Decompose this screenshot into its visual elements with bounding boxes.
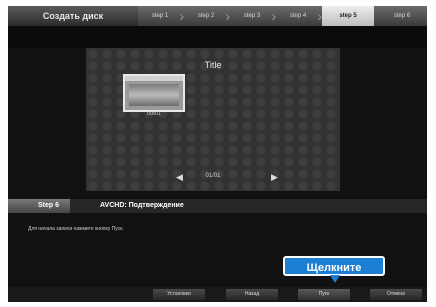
- step-5-label: step 5: [339, 13, 357, 19]
- step-5: step 5: [322, 6, 374, 26]
- settings-button[interactable]: Установки: [153, 289, 205, 300]
- step-6-label: step 6: [393, 13, 411, 19]
- step-3: step 3 ›: [230, 6, 276, 26]
- cancel-button[interactable]: Отмена: [370, 289, 422, 300]
- info-bar: Step 6 AVCHD: Подтверждение: [8, 199, 427, 213]
- steps-bar: Создать диск step 1 › step 2 › step 3 › ste…: [8, 6, 427, 26]
- thumbnail-label: 00001: [147, 111, 161, 117]
- app-window: Создать диск step 1 › step 2 › step 3 › ste…: [8, 6, 427, 302]
- thumbnail-image: [129, 84, 179, 106]
- disc-menu-preview: Title 00001 ◀ 01/01 ▶: [86, 48, 340, 191]
- step-2-label: step 2: [197, 13, 215, 19]
- step-4: step 4 ›: [276, 6, 322, 26]
- step-1-label: step 1: [151, 13, 169, 19]
- top-strip: [8, 26, 427, 48]
- step-4-label: step 4: [289, 13, 307, 19]
- disc-title: Title: [204, 60, 222, 70]
- start-button[interactable]: Пуск: [298, 289, 350, 300]
- callout-pointer: [330, 275, 340, 283]
- step-2: step 2 ›: [184, 6, 230, 26]
- click-callout: Щелкните: [283, 256, 385, 276]
- step-6: step 6: [377, 6, 427, 26]
- info-step-label: Step 6: [8, 199, 70, 213]
- thumbnail-frame-top: [125, 76, 183, 81]
- next-page-icon[interactable]: ▶: [271, 172, 278, 183]
- app-title: Создать диск: [8, 6, 138, 26]
- page-indicator: 01/01: [205, 173, 221, 179]
- step-3-label: step 3: [243, 13, 261, 19]
- info-title: AVCHD: Подтверждение: [100, 202, 184, 209]
- bottom-button-bar: [8, 287, 427, 302]
- back-button[interactable]: Назад: [226, 289, 278, 300]
- video-thumbnail[interactable]: [123, 74, 185, 112]
- instruction-text: Для начала записи нажмите кнопку Пуск.: [28, 226, 124, 232]
- step-1: step 1 ›: [138, 6, 184, 26]
